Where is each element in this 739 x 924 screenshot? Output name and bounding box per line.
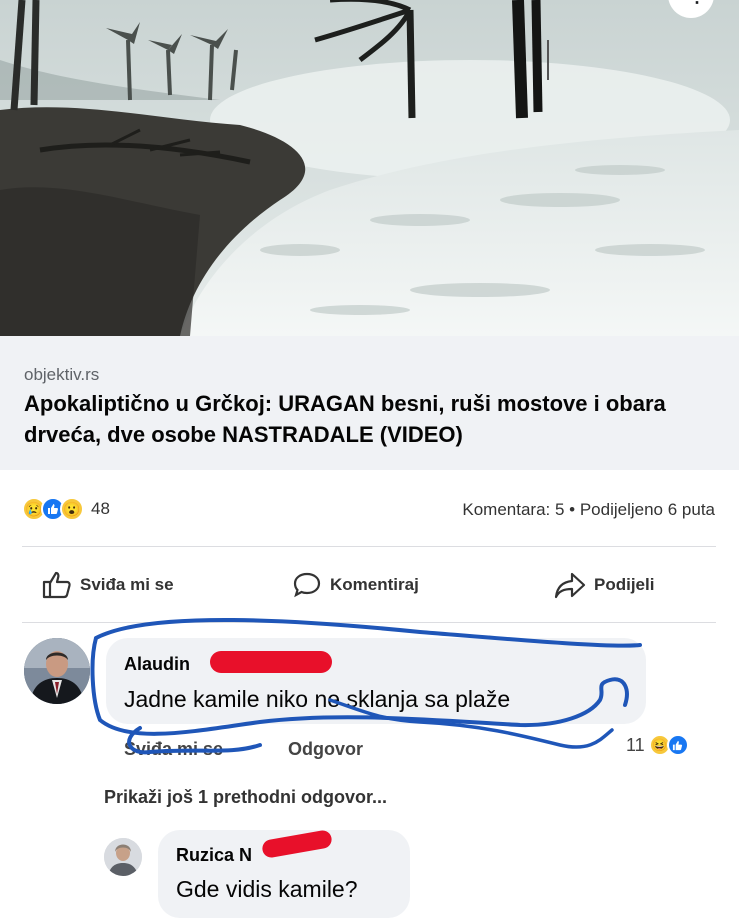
share-label: Podijeli [594,575,655,594]
comment-author[interactable]: Ruzica N [176,845,252,866]
comment-bubble-icon [293,572,321,598]
link-title[interactable]: Apokaliptično u Grčkoj: URAGAN besni, ru… [24,388,724,450]
share-button[interactable]: Podijeli [554,570,654,600]
comment-text: Gde vidis kamile? [176,876,358,902]
comment-text: Jadne kamile niko ne sklanja sa plaže [124,686,511,712]
comment-button[interactable]: Komentiraj [292,570,419,600]
divider [22,622,716,623]
post-actions: Sviđa mi se Komentiraj Podijeli [0,562,739,608]
comment-reaction-summary[interactable]: 11 😆 [626,734,689,756]
comment-reaction-count: 11 [626,734,645,755]
wow-emoji-icon: 😮 [60,497,84,521]
avatar[interactable] [24,638,90,704]
comments-shares-count[interactable]: Komentara: 5 • Podijeljeno 6 puta [462,500,715,520]
like-label: Sviđa mi se [80,575,174,594]
comment-author[interactable]: Alaudin [124,654,190,675]
storm-photo[interactable] [0,0,739,336]
comment-label: Komentiraj [330,575,419,594]
divider [22,546,716,547]
share-arrow-icon [554,572,586,599]
like-button[interactable]: Sviđa mi se [42,570,174,600]
thumbs-up-icon [42,571,71,599]
comment-reply-button[interactable]: Odgovor [288,739,363,760]
like-icon [666,734,689,756]
post-stats: 😢 😮 48 Komentara: 5 • Podijeljeno 6 puta [0,490,739,530]
show-more-replies-link[interactable]: Prikaži još 1 prethodni odgovor... [104,787,387,808]
avatar[interactable] [104,838,142,876]
reaction-count: 48 [91,499,110,518]
link-domain: objektiv.rs [24,365,100,384]
comment-like-button[interactable]: Sviđa mi se [124,739,223,760]
redaction-mark [210,651,332,673]
ellipsis-icon: ⋮ [688,0,706,7]
reaction-summary[interactable]: 😢 😮 48 [22,496,110,522]
